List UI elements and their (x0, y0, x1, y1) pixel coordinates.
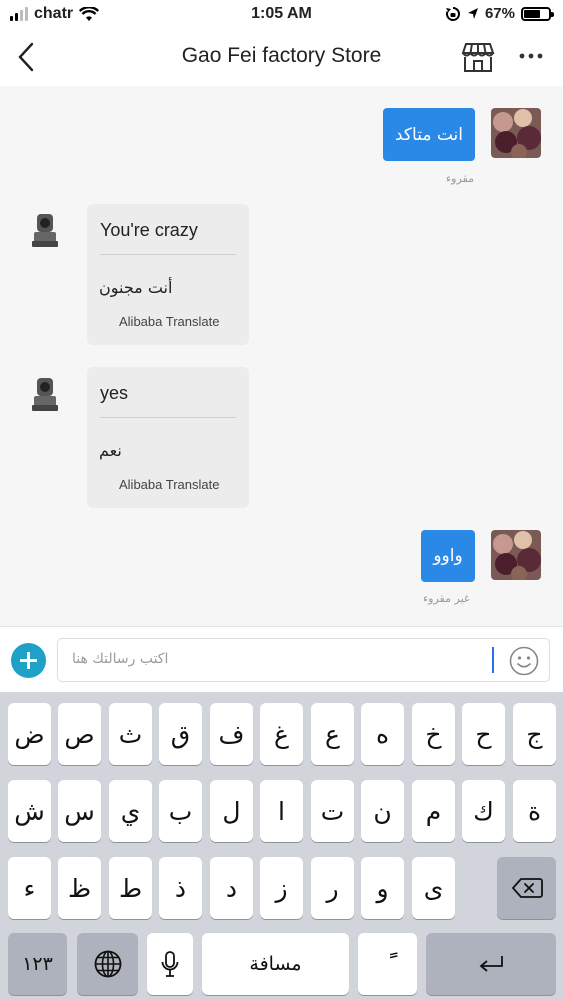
message-text: واوو (433, 546, 463, 566)
key[interactable]: ء (8, 857, 51, 919)
key[interactable]: ج (513, 703, 556, 765)
message-translation-text: نعم (99, 441, 122, 460)
key[interactable]: ذ (159, 857, 202, 919)
backspace-icon (511, 878, 543, 898)
message-text: انت متاكد (395, 124, 463, 145)
incoming-message-bubble[interactable]: yes نعم Alibaba Translate (87, 367, 249, 508)
battery-fill (524, 9, 541, 18)
translator-label: Alibaba Translate (119, 314, 220, 329)
more-icon[interactable] (519, 52, 543, 60)
outgoing-message-bubble[interactable]: انت متاكد (383, 108, 475, 161)
incoming-message-bubble[interactable]: You're crazy أنت مجنون Alibaba Translate (87, 204, 249, 345)
translator-label: Alibaba Translate (119, 477, 220, 492)
key[interactable]: ة (513, 780, 556, 842)
numbers-key[interactable]: ١٢٣ (8, 933, 67, 995)
key[interactable]: ص (58, 703, 101, 765)
user-avatar[interactable] (491, 530, 541, 580)
message-input-bar: اكتب رسالتك هنا (0, 626, 563, 692)
key[interactable]: ه (361, 703, 404, 765)
key[interactable]: س (58, 780, 101, 842)
key[interactable]: و (361, 857, 404, 919)
key[interactable]: ي (109, 780, 152, 842)
user-avatar[interactable] (491, 108, 541, 158)
keyboard: ض ص ث ق ف غ ع ه خ ح ج ش س ي ب ل ا ت ن م … (0, 692, 563, 1000)
message-original-text: yes (100, 383, 129, 403)
nav-bar: Gao Fei factory Store (0, 30, 563, 86)
key[interactable]: ب (159, 780, 202, 842)
microphone-icon (161, 951, 179, 977)
rotation-lock-icon (445, 6, 460, 21)
message-original-text: You're crazy (100, 220, 198, 240)
read-status: غير مقروء (423, 592, 470, 605)
read-status: مقروء (446, 172, 475, 185)
message-input[interactable]: اكتب رسالتك هنا (57, 638, 550, 682)
store-avatar[interactable] (31, 212, 61, 248)
return-icon (479, 956, 503, 972)
globe-key[interactable] (77, 933, 138, 995)
message-translation-text: أنت مجنون (99, 278, 173, 297)
return-key[interactable] (426, 933, 556, 995)
key[interactable]: ض (8, 703, 51, 765)
text-caret (492, 647, 494, 673)
store-icon[interactable] (461, 40, 495, 74)
key[interactable]: ر (311, 857, 354, 919)
key[interactable]: ن (361, 780, 404, 842)
battery-percentage: 67% (484, 5, 515, 22)
store-avatar[interactable] (31, 376, 61, 412)
key[interactable]: ث (109, 703, 152, 765)
key[interactable]: ق (159, 703, 202, 765)
key[interactable]: ح (462, 703, 505, 765)
key[interactable]: ى (412, 857, 455, 919)
divider (100, 417, 236, 418)
key[interactable]: ع (311, 703, 354, 765)
globe-icon (94, 950, 121, 978)
key[interactable]: ك (462, 780, 505, 842)
message-input-placeholder: اكتب رسالتك هنا (72, 651, 169, 667)
microphone-key[interactable] (147, 933, 193, 995)
status-right: 67% (445, 5, 554, 22)
chat-area: انت متاكد مقروء You're crazy أنت مجنون A… (0, 86, 563, 626)
space-key[interactable]: مسافة (202, 933, 349, 995)
delete-key[interactable] (497, 857, 556, 919)
key[interactable]: م (412, 780, 455, 842)
divider (100, 254, 236, 255)
key[interactable]: ل (210, 780, 253, 842)
key[interactable]: ف (210, 703, 253, 765)
diacritic-key[interactable]: ًً (358, 933, 417, 995)
key[interactable]: ط (109, 857, 152, 919)
key[interactable]: خ (412, 703, 455, 765)
battery-icon (521, 6, 554, 21)
key[interactable]: ا (260, 780, 303, 842)
status-bar: chatr 1:05 AM 67% (0, 0, 563, 30)
emoji-icon[interactable] (508, 645, 540, 677)
key[interactable]: ظ (58, 857, 101, 919)
key[interactable]: ت (311, 780, 354, 842)
key[interactable]: ز (260, 857, 303, 919)
add-button[interactable] (11, 643, 46, 678)
key[interactable]: د (210, 857, 253, 919)
key[interactable]: ش (8, 780, 51, 842)
key[interactable]: غ (260, 703, 303, 765)
location-icon (467, 7, 478, 19)
outgoing-message-bubble[interactable]: واوو (421, 530, 475, 582)
